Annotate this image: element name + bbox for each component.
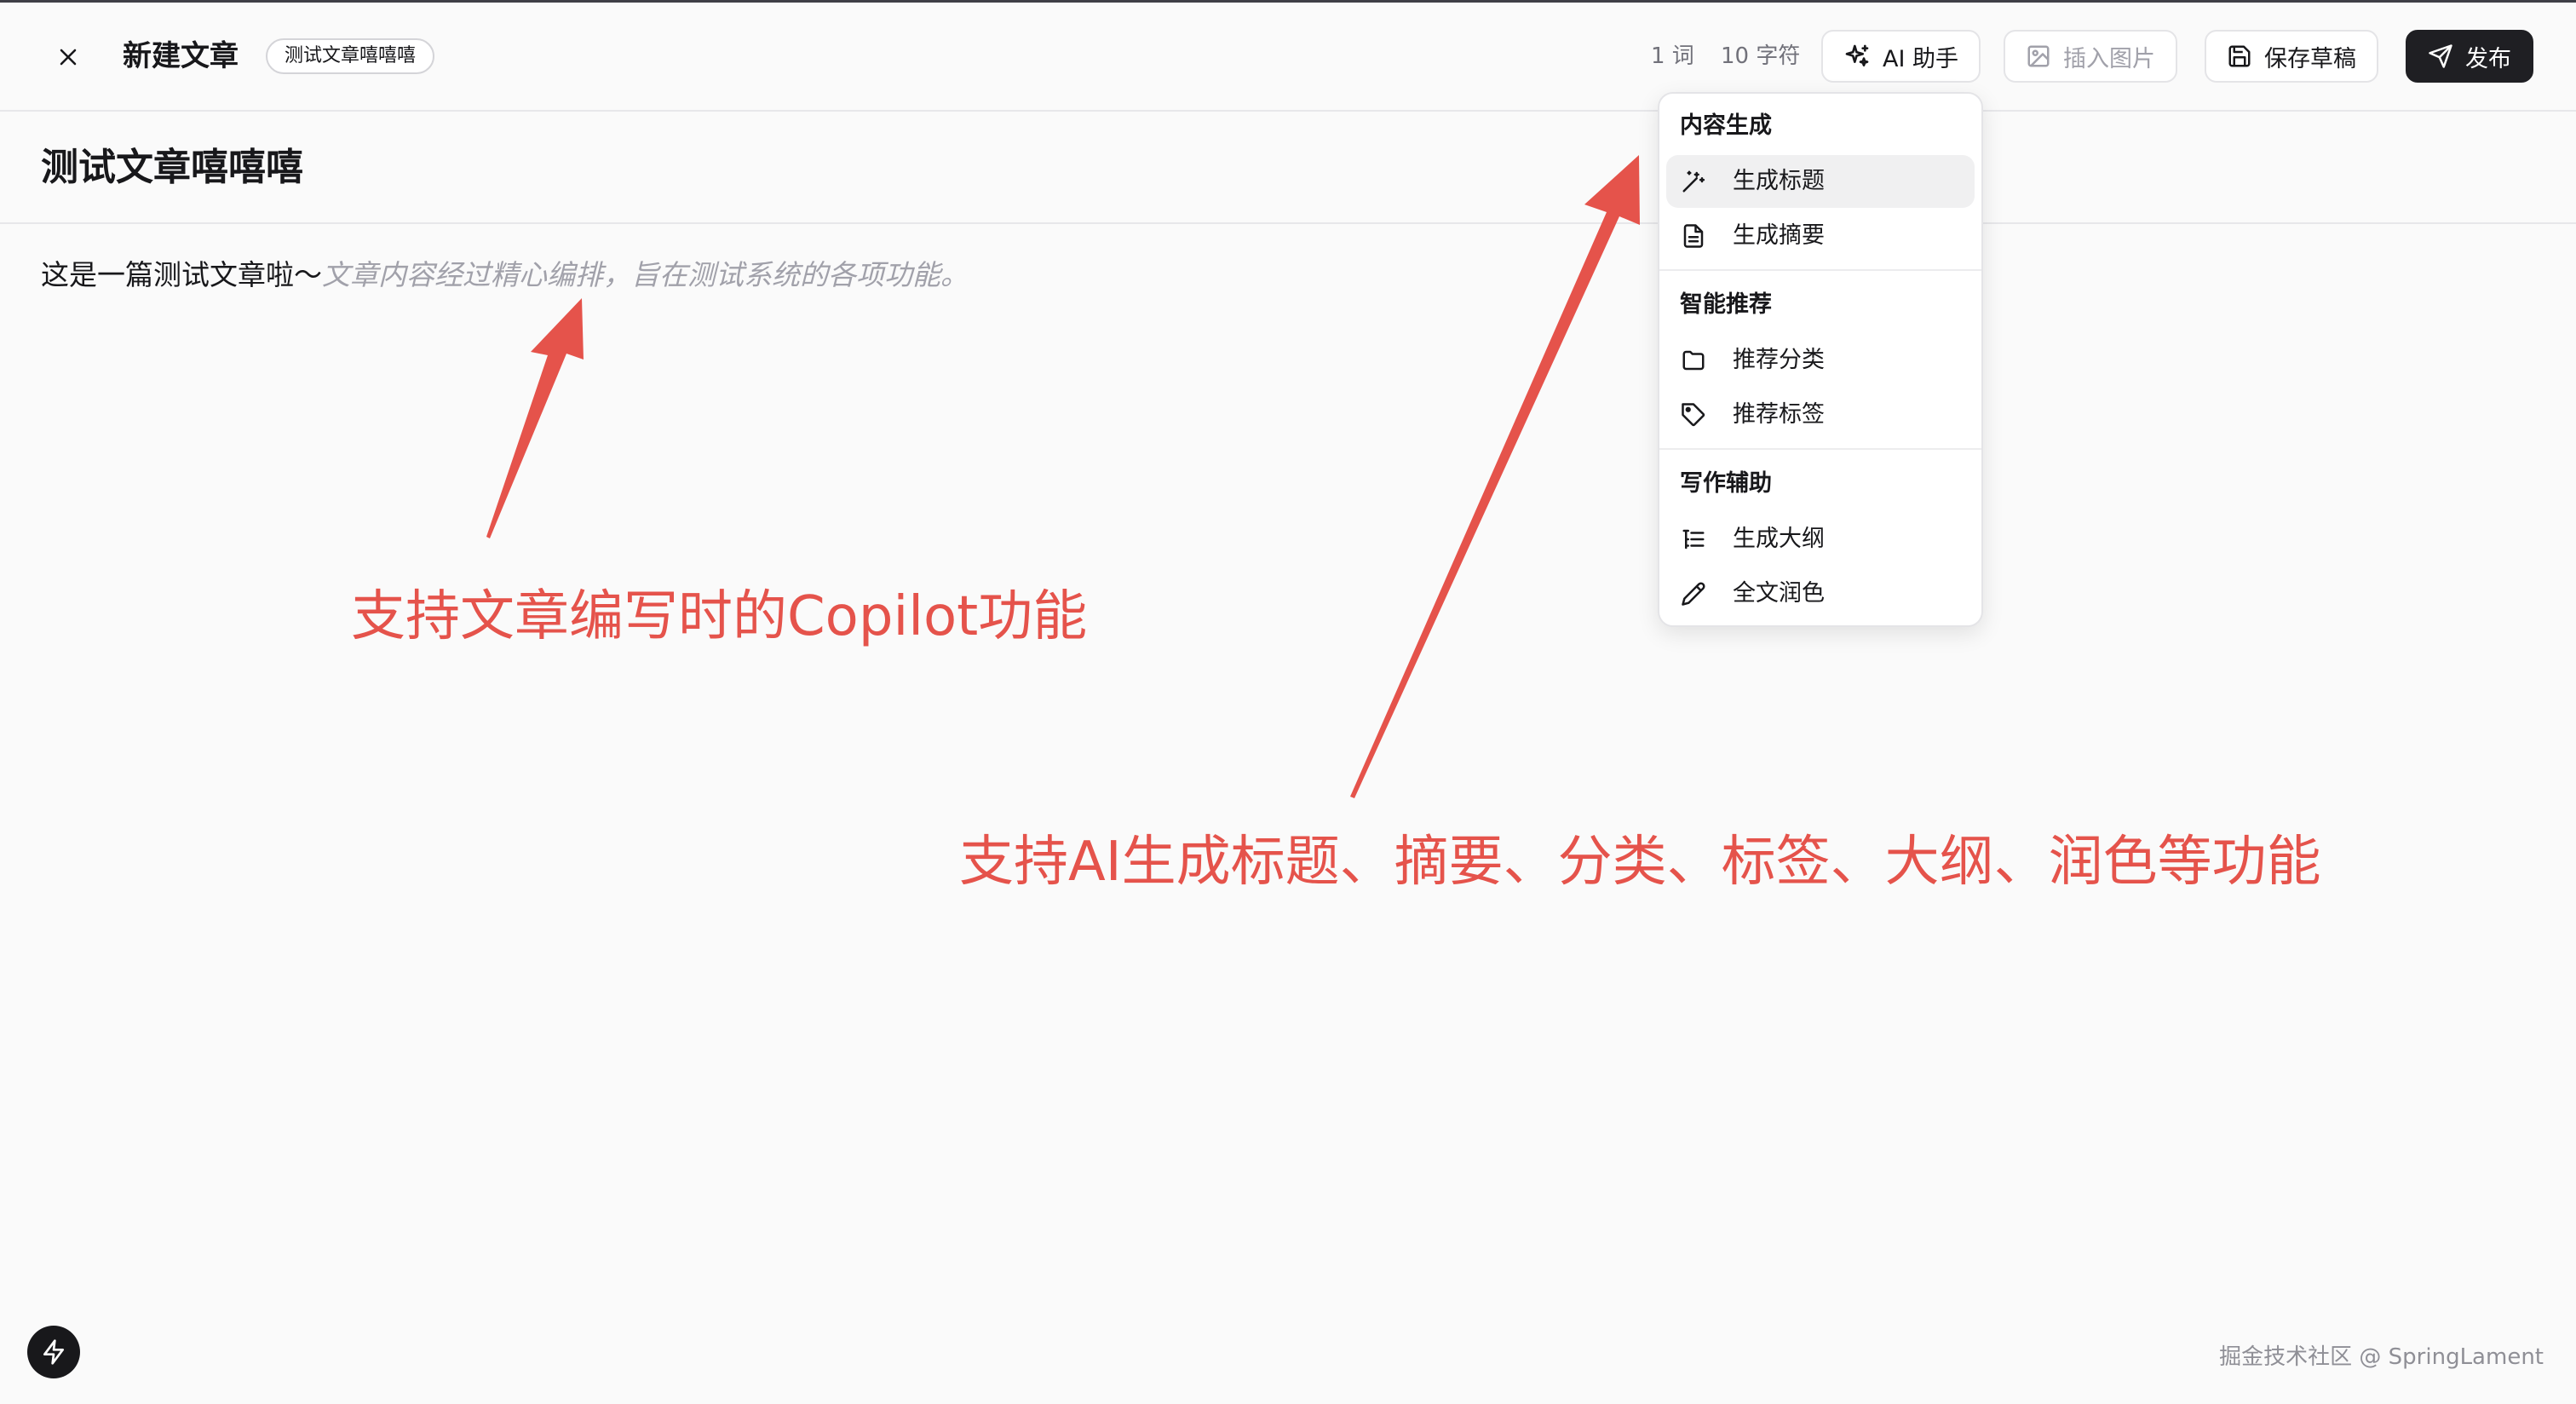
menu-divider [1659, 448, 1981, 450]
watermark: 掘金技术社区 @ SpringLament [2219, 1344, 2544, 1370]
document-icon [1678, 221, 1709, 251]
annotation-copilot: 支持文章编写时的Copilot功能 [351, 585, 1088, 648]
folder-icon [1678, 345, 1709, 376]
menu-item-polish-text[interactable]: 全文润色 [1666, 567, 1975, 620]
menu-group-title: 智能推荐 [1680, 291, 1772, 318]
tag-icon [1678, 400, 1709, 430]
menu-item-label: 推荐分类 [1733, 347, 1825, 373]
menu-group-title: 写作辅助 [1680, 470, 1772, 497]
menu-item-recommend-category[interactable]: 推荐分类 [1666, 334, 1975, 387]
menu-group-title: 内容生成 [1680, 112, 1772, 139]
magic-wand-icon [1678, 166, 1709, 197]
arrow-copilot [486, 298, 584, 538]
menu-item-generate-title[interactable]: 生成标题 [1666, 155, 1975, 208]
menu-divider [1659, 269, 1981, 271]
menu-item-label: 生成标题 [1733, 168, 1825, 194]
menu-item-generate-outline[interactable]: 生成大纲 [1666, 513, 1975, 566]
menu-item-label: 生成大纲 [1733, 526, 1825, 552]
annotation-arrows [486, 155, 1640, 798]
pencil-icon [1678, 578, 1709, 609]
quick-action-button[interactable] [27, 1326, 80, 1378]
menu-item-label: 生成摘要 [1733, 222, 1825, 249]
annotation-ai-features: 支持AI生成标题、摘要、分类、标签、大纲、润色等功能 [959, 831, 2321, 894]
menu-item-generate-summary[interactable]: 生成摘要 [1666, 210, 1975, 262]
menu-item-label: 推荐标签 [1733, 401, 1825, 428]
ai-assistant-menu: 内容生成 生成标题 生成摘要 智能推荐 推荐分类 推荐标签 写作辅助 生成大纲 … [1658, 92, 1983, 627]
menu-item-recommend-tags[interactable]: 推荐标签 [1666, 388, 1975, 441]
outline-list-icon [1678, 524, 1709, 555]
arrow-ai-menu [1350, 155, 1640, 798]
menu-item-label: 全文润色 [1733, 580, 1825, 607]
lightning-icon [43, 1339, 64, 1365]
